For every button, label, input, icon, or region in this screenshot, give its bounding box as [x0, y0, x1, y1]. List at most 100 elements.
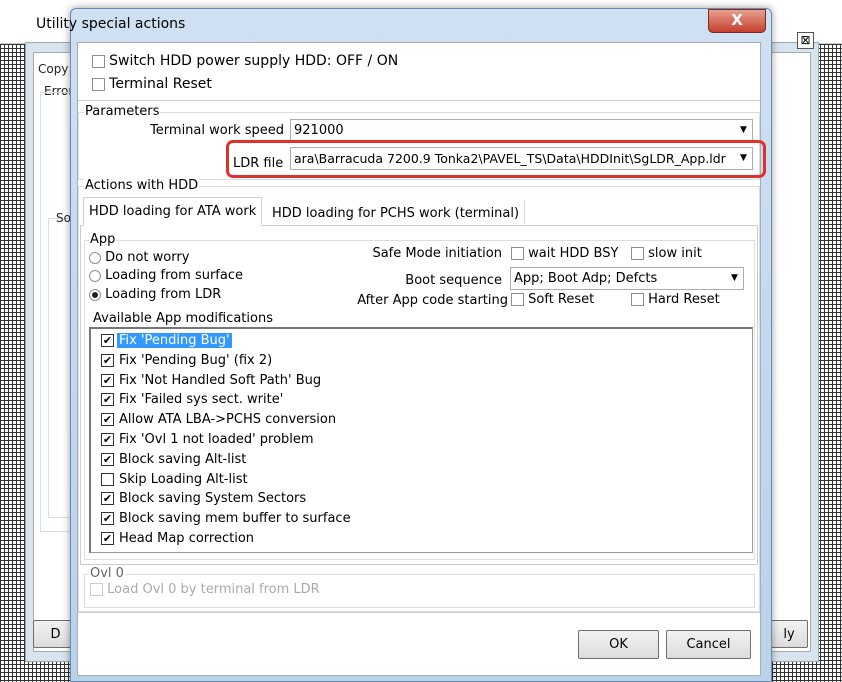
- background-button-label: D: [50, 627, 61, 642]
- checkbox-box[interactable]: [631, 293, 644, 306]
- dialog-title: Utility special actions: [36, 16, 186, 32]
- radio-loading-from-surface[interactable]: Loading from surface: [89, 268, 243, 283]
- list-item-label: Fix 'Pending Bug' (fix 2): [119, 352, 273, 368]
- list-item-label: Fix 'Failed sys sect. write': [119, 392, 284, 408]
- checkbox-box[interactable]: [92, 77, 105, 91]
- chevron-down-icon[interactable]: ▼: [735, 120, 752, 141]
- background-apply-button[interactable]: ly: [770, 620, 808, 648]
- tab-pchs-work[interactable]: HDD loading for PCHS work (terminal): [266, 199, 526, 226]
- hard-reset-checkbox[interactable]: Hard Reset: [631, 292, 720, 307]
- list-item[interactable]: Fix 'Ovl 1 not loaded' problem: [101, 432, 316, 450]
- tab-ata-work[interactable]: HDD loading for ATA work: [83, 197, 263, 226]
- radio-do-not-worry[interactable]: Do not worry: [89, 250, 189, 265]
- combo-value: App; Boot Adp; Defcts: [514, 271, 658, 286]
- background-group-so: So: [56, 211, 71, 225]
- list-item-label: Fix 'Pending Bug': [117, 333, 232, 348]
- separator: [78, 100, 760, 101]
- checkbox-label: Load Ovl 0 by terminal from LDR: [107, 582, 320, 597]
- checkbox-box[interactable]: [101, 413, 114, 427]
- radio-label: Loading from surface: [105, 268, 243, 283]
- checkbox-box[interactable]: [101, 433, 114, 446]
- checkbox-box[interactable]: [101, 353, 114, 367]
- slow-init-checkbox[interactable]: slow init: [631, 246, 702, 261]
- checkbox-box[interactable]: [101, 393, 114, 407]
- checkbox-label: Terminal Reset: [109, 76, 212, 92]
- checkbox-label: Switch HDD power supply HDD: OFF / ON: [109, 53, 399, 69]
- checkbox-box[interactable]: [101, 472, 114, 486]
- soft-reset-checkbox[interactable]: Soft Reset: [511, 292, 594, 307]
- radio-loading-from-ldr[interactable]: Loading from LDR: [89, 287, 221, 302]
- boot-sequence-combo[interactable]: App; Boot Adp; Defcts ▼: [510, 267, 744, 290]
- radio-label: Do not worry: [105, 250, 190, 265]
- radio-circle[interactable]: [89, 288, 101, 301]
- chevron-down-icon[interactable]: ▼: [726, 268, 743, 289]
- background-close-button[interactable]: ⊠: [797, 32, 814, 49]
- safe-mode-label: Safe Mode initiation: [372, 246, 502, 261]
- list-item-label: Allow ATA LBA->PCHS conversion: [119, 412, 337, 428]
- close-icon: ⊠: [800, 33, 811, 47]
- checkbox-box[interactable]: [101, 452, 114, 466]
- dialog-close-button[interactable]: X: [708, 9, 766, 33]
- list-item[interactable]: Block saving System Sectors: [101, 491, 308, 509]
- button-label: OK: [609, 637, 628, 652]
- list-item[interactable]: Fix 'Failed sys sect. write': [101, 392, 285, 410]
- terminal-speed-combo[interactable]: 921000 ▼: [290, 119, 753, 142]
- checkbox-box[interactable]: [101, 512, 114, 526]
- list-item[interactable]: Skip Loading Alt-list: [101, 472, 250, 490]
- checkbox-box[interactable]: [101, 334, 114, 347]
- list-item[interactable]: Block saving Alt-list: [101, 452, 248, 470]
- wait-hdd-bsy-checkbox[interactable]: wait HDD BSY: [511, 246, 618, 261]
- checkbox-box[interactable]: [631, 247, 644, 260]
- list-item-label: Skip Loading Alt-list: [119, 471, 248, 487]
- combo-value: 921000: [294, 123, 344, 138]
- checkbox-box[interactable]: [101, 532, 114, 545]
- checkbox-box[interactable]: [511, 247, 524, 260]
- checkbox-label: Hard Reset: [648, 292, 720, 307]
- app-label: App: [89, 232, 117, 247]
- actions-label: Actions with HDD: [84, 178, 200, 193]
- radio-circle[interactable]: [89, 269, 101, 282]
- list-item-label: Block saving Alt-list: [119, 451, 247, 467]
- list-item-label: Head Map correction: [119, 531, 255, 546]
- ok-button[interactable]: OK: [578, 630, 659, 659]
- list-item[interactable]: Block saving mem buffer to surface: [101, 511, 353, 529]
- checkbox-box[interactable]: [90, 583, 103, 596]
- list-item-label: Block saving System Sectors: [119, 491, 307, 507]
- tab-label: HDD loading for PCHS work (terminal): [272, 206, 520, 221]
- parameters-label: Parameters: [84, 104, 161, 119]
- background-button-label: ly: [783, 627, 795, 642]
- list-item-label: Fix 'Not Handled Soft Path' Bug: [119, 372, 322, 388]
- list-item[interactable]: Head Map correction: [101, 531, 256, 549]
- checkbox-label: wait HDD BSY: [528, 246, 619, 261]
- checkbox-box[interactable]: [511, 293, 524, 306]
- radio-circle[interactable]: [89, 251, 101, 264]
- button-label: Cancel: [686, 637, 731, 652]
- terminal-speed-label: Terminal work speed: [150, 123, 284, 138]
- list-item[interactable]: Fix 'Pending Bug' (fix 2): [101, 353, 274, 371]
- list-item[interactable]: Fix 'Not Handled Soft Path' Bug: [101, 373, 323, 391]
- background-tab-copy: Copy: [38, 62, 69, 76]
- load-ovl-checkbox[interactable]: Load Ovl 0 by terminal from LDR: [90, 582, 320, 597]
- list-item-label: Fix 'Ovl 1 not loaded' problem: [119, 432, 314, 447]
- close-icon: X: [731, 11, 743, 29]
- separator: [78, 612, 760, 613]
- list-item[interactable]: Allow ATA LBA->PCHS conversion: [101, 412, 338, 430]
- ovl-label: Ovl 0: [89, 566, 125, 581]
- checkbox-box[interactable]: [101, 373, 114, 387]
- highlight-annotation: [226, 140, 766, 178]
- boot-sequence-label: Boot sequence: [405, 273, 502, 288]
- checkbox-box[interactable]: [101, 492, 114, 506]
- list-item-label: Block saving mem buffer to surface: [119, 511, 351, 527]
- tab-label: HDD loading for ATA work: [89, 204, 257, 219]
- radio-label: Loading from LDR: [105, 287, 222, 302]
- mods-label: Available App modifications: [93, 311, 273, 326]
- after-app-label: After App code starting: [357, 293, 508, 308]
- checkbox-label: Soft Reset: [528, 292, 595, 307]
- cancel-button[interactable]: Cancel: [666, 630, 751, 659]
- list-item[interactable]: Fix 'Pending Bug': [101, 333, 232, 351]
- switch-power-checkbox[interactable]: Switch HDD power supply HDD: OFF / ON: [92, 53, 398, 69]
- checkbox-box[interactable]: [92, 54, 105, 68]
- terminal-reset-checkbox[interactable]: Terminal Reset: [92, 76, 212, 92]
- mods-list[interactable]: Fix 'Pending Bug' Fix 'Pending Bug' (fix …: [89, 327, 753, 553]
- checkbox-label: slow init: [648, 246, 702, 261]
